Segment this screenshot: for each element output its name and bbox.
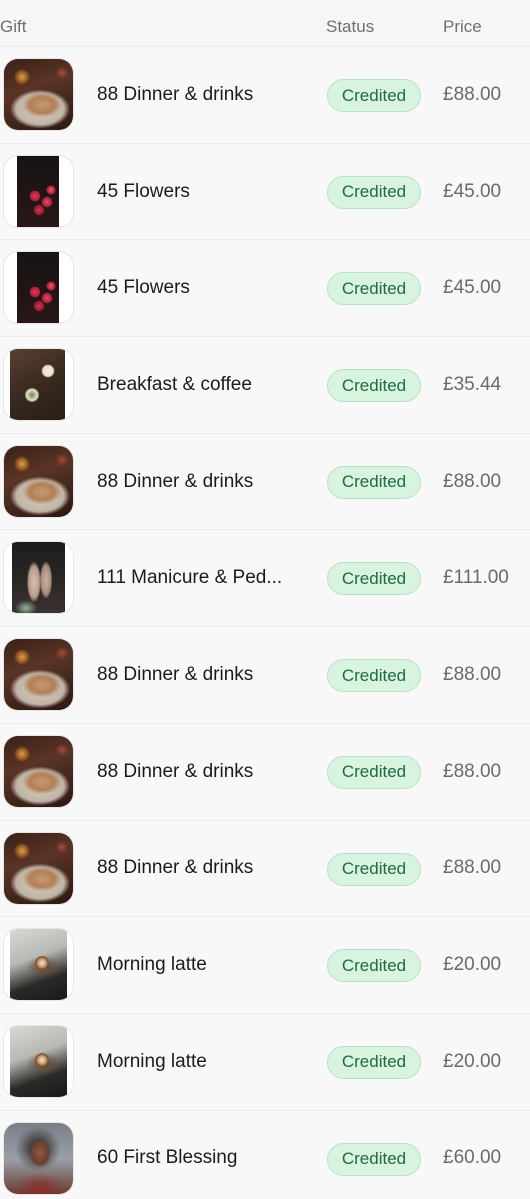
gift-price: £20.00 — [443, 1050, 502, 1072]
gift-thumbnail — [4, 1025, 73, 1097]
table-row[interactable]: Morning latte Credited £20.00 — [0, 1012, 530, 1110]
gift-price: £35.44 — [443, 373, 502, 395]
status-badge: Credited — [327, 79, 421, 112]
gift-name: 88 Dinner & drinks — [97, 857, 254, 879]
gift-price: £20.00 — [443, 954, 502, 976]
status-badge: Credited — [327, 175, 421, 209]
gift-thumbnail — [4, 832, 73, 904]
gift-name: Breakfast & coffee — [97, 373, 252, 395]
table-row[interactable]: 88 Dinner & drinks Credited £88.00 — [0, 819, 530, 917]
gift-price: £45.00 — [443, 277, 502, 299]
gift-price: £88.00 — [443, 83, 502, 105]
status-badge: Credited — [327, 369, 421, 403]
table-row[interactable]: 45 Flowers Credited £45.00 — [0, 239, 530, 337]
gift-name: 88 Dinner & drinks — [97, 470, 254, 492]
table-row[interactable]: Breakfast & coffee Credited £35.44 — [0, 336, 530, 433]
table-row[interactable]: 111 Manicure & Ped... Credited £111.00 — [0, 529, 530, 627]
status-badge: Credited — [327, 465, 421, 499]
gift-name: Morning latte — [97, 1050, 207, 1072]
column-header-gift: Gift — [0, 17, 27, 36]
gift-list: 88 Dinner & drinks Credited £88.00 45 Fl… — [0, 46, 530, 1199]
gift-thumbnail — [4, 155, 73, 227]
table-row[interactable]: 88 Dinner & drinks Credited £88.00 — [0, 46, 530, 143]
gift-price: £88.00 — [443, 760, 502, 782]
gift-price: £88.00 — [443, 663, 502, 685]
gift-price: £111.00 — [443, 567, 509, 589]
gift-name: 88 Dinner & drinks — [97, 83, 254, 105]
gift-thumbnail — [4, 639, 73, 711]
gift-thumbnail — [4, 929, 73, 1001]
gift-price: £88.00 — [443, 470, 502, 492]
gift-price: £60.00 — [443, 1147, 502, 1169]
gift-thumbnail — [4, 1122, 73, 1194]
gift-history-table: Gift Status Price 88 Dinner & drinks Cre… — [0, 0, 530, 1199]
status-badge: Credited — [327, 562, 421, 596]
table-row[interactable]: Morning latte Credited £20.00 — [0, 916, 530, 1013]
status-badge: Credited — [327, 852, 421, 886]
gift-name: 60 First Blessing — [97, 1147, 238, 1169]
gift-thumbnail — [4, 735, 73, 807]
gift-price: £45.00 — [443, 180, 502, 202]
gift-thumbnail — [4, 542, 73, 614]
gift-name: 111 Manicure & Ped... — [97, 567, 283, 589]
status-badge: Credited — [327, 1045, 421, 1079]
gift-name: Morning latte — [97, 954, 207, 976]
gift-name: 45 Flowers — [97, 180, 190, 202]
gift-name: 45 Flowers — [97, 277, 190, 299]
table-row[interactable]: 88 Dinner & drinks Credited £88.00 — [0, 722, 530, 820]
column-header-status: Status — [326, 17, 375, 36]
gift-thumbnail — [4, 252, 73, 324]
gift-name: 88 Dinner & drinks — [97, 663, 254, 685]
table-row[interactable]: 88 Dinner & drinks Credited £88.00 — [0, 432, 530, 530]
table-row[interactable]: 60 First Blessing Credited £60.00 — [0, 1109, 530, 1199]
status-badge: Credited — [327, 1142, 421, 1176]
table-row[interactable]: 45 Flowers Credited £45.00 — [0, 142, 530, 240]
gift-thumbnail — [4, 445, 73, 517]
status-badge: Credited — [327, 949, 421, 983]
status-badge: Credited — [327, 755, 421, 789]
status-badge: Credited — [327, 659, 421, 693]
gift-thumbnail — [4, 349, 73, 421]
gift-price: £88.00 — [443, 857, 502, 879]
status-badge: Credited — [327, 272, 421, 306]
gift-name: 88 Dinner & drinks — [97, 760, 254, 782]
column-header-price: Price — [443, 17, 482, 36]
gift-thumbnail — [4, 59, 73, 130]
table-header: Gift Status Price — [0, 0, 530, 46]
table-row[interactable]: 88 Dinner & drinks Credited £88.00 — [0, 626, 530, 723]
